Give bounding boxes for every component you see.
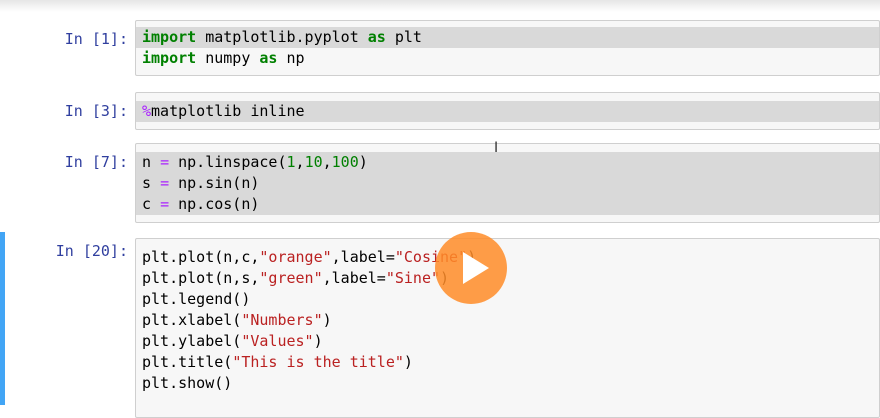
play-icon — [463, 252, 489, 284]
code-token: plt.title( — [142, 353, 233, 371]
code-token: ) — [322, 311, 332, 329]
code-token: n — [142, 153, 161, 171]
code-token: = — [160, 153, 170, 171]
code-cell-2[interactable]: In [3]: %matplotlib inline — [0, 92, 880, 132]
code-token: % — [142, 102, 152, 120]
code-token: plt.plot(n,s, — [142, 269, 260, 287]
code-line: plt.plot(n,c,"orange",label="Cosine") — [136, 247, 879, 268]
code-token: matplotlib.pyplot — [196, 28, 368, 46]
code-token: np.cos(n) — [169, 195, 260, 213]
cell-prompt: In [7]: — [64, 153, 128, 171]
code-token: ) — [313, 332, 323, 350]
code-token: = — [160, 195, 170, 213]
code-token: "Values" — [241, 332, 314, 350]
code-line: import matplotlib.pyplot as plt — [136, 27, 879, 48]
code-line: n = np.linspace(1,10,100) — [136, 152, 879, 173]
code-line: c = np.cos(n) — [136, 194, 879, 215]
code-token: s — [142, 174, 161, 192]
text-cursor-icon: I — [494, 140, 499, 156]
code-line: plt.title("This is the title") — [136, 352, 879, 373]
code-token: as — [259, 49, 278, 67]
cell-prompt: In [3]: — [64, 102, 128, 120]
code-token: as — [367, 28, 386, 46]
code-token: plt.show() — [142, 374, 233, 392]
code-line: plt.xlabel("Numbers") — [136, 310, 879, 331]
code-token: 10 — [304, 153, 323, 171]
code-token: import — [142, 28, 197, 46]
code-token: = — [160, 174, 170, 192]
code-token: , — [295, 153, 305, 171]
code-token: "green" — [259, 269, 323, 287]
code-line: plt.ylabel("Values") — [136, 331, 879, 352]
code-token: matplotlib inline — [151, 102, 305, 120]
cell-prompt: In [20]: — [55, 242, 128, 260]
code-token: import — [142, 49, 197, 67]
code-token: 100 — [331, 153, 359, 171]
code-line: %matplotlib inline — [136, 101, 879, 122]
code-token: plt.plot(n,c, — [142, 248, 260, 266]
code-token: "Sine" — [385, 269, 441, 287]
code-token: c — [142, 195, 161, 213]
code-token: ,label= — [331, 248, 395, 266]
code-token: plt.ylabel( — [142, 332, 242, 350]
code-token: ) — [358, 153, 368, 171]
code-token: np.sin(n) — [169, 174, 260, 192]
video-play-button[interactable] — [435, 232, 507, 304]
cell-prompt: In [1]: — [64, 30, 128, 48]
code-token: ) — [403, 353, 413, 371]
code-input[interactable]: import matplotlib.pyplot as plt import n… — [135, 20, 880, 76]
code-line: s = np.sin(n) — [136, 173, 879, 194]
code-line: plt.plot(n,s,"green",label="Sine") — [136, 268, 879, 289]
code-token: plt — [385, 28, 422, 46]
code-input[interactable]: n = np.linspace(1,10,100) s = np.sin(n) … — [135, 143, 880, 223]
code-token: ,label= — [322, 269, 386, 287]
code-token: np — [277, 49, 305, 67]
code-token: plt.legend() — [142, 290, 251, 308]
code-token: numpy — [196, 49, 260, 67]
code-token: np.linspace( — [169, 153, 287, 171]
code-line: plt.show() — [136, 373, 879, 394]
code-line: plt.legend() — [136, 289, 879, 310]
code-token: "Numbers" — [241, 311, 323, 329]
code-cell-1[interactable]: In [1]: import matplotlib.pyplot as plt … — [0, 20, 880, 78]
toolbar-shadow — [0, 0, 880, 12]
selected-cell-indicator — [0, 232, 5, 405]
code-cell-3[interactable]: In [7]: n = np.linspace(1,10,100) s = np… — [0, 143, 880, 223]
code-input[interactable]: plt.plot(n,c,"orange",label="Cosine") pl… — [135, 238, 880, 418]
code-token: "orange" — [259, 248, 332, 266]
code-input[interactable]: %matplotlib inline — [135, 92, 880, 130]
code-token: "This is the title" — [232, 353, 404, 371]
code-token: plt.xlabel( — [142, 311, 242, 329]
code-token: , — [322, 153, 332, 171]
code-line: import numpy as np — [136, 48, 879, 69]
code-token: 1 — [286, 153, 296, 171]
